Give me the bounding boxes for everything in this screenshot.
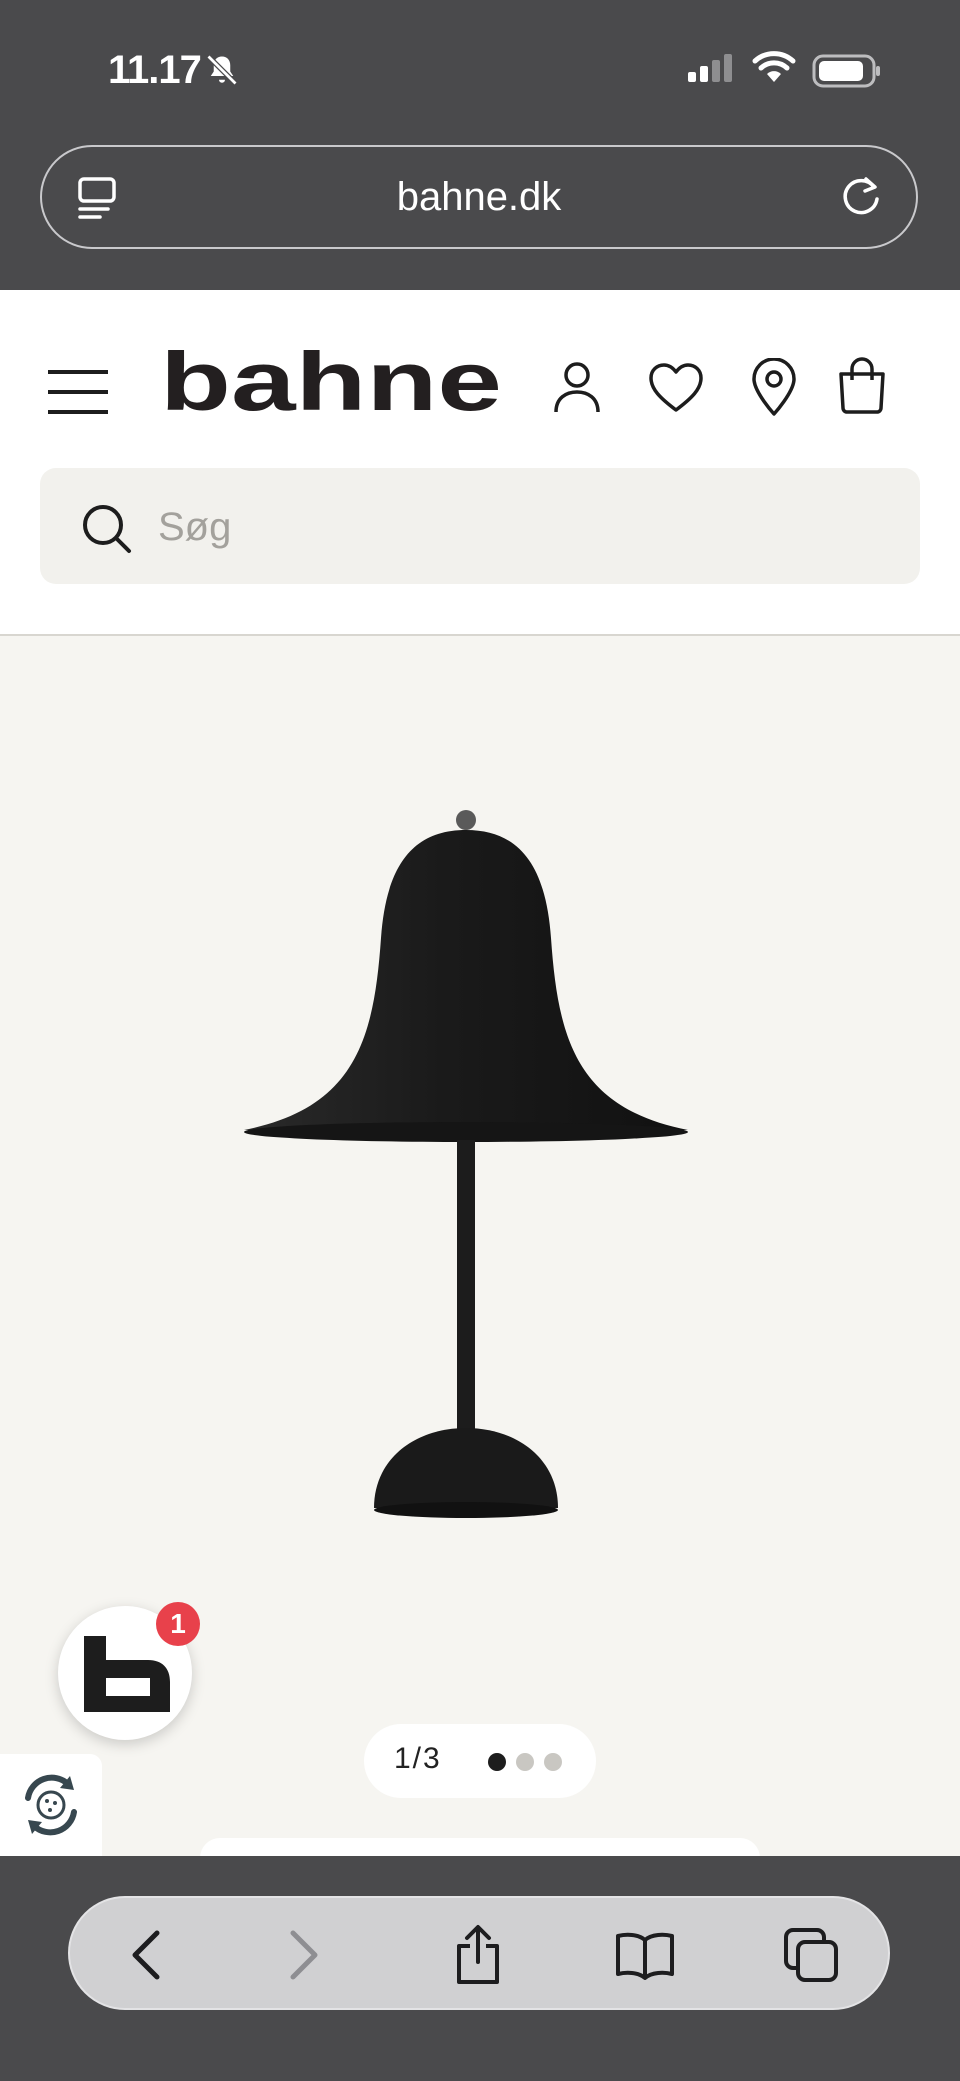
- open-book-icon: [616, 1932, 674, 1980]
- battery-icon: [812, 54, 880, 88]
- shopping-bag-icon[interactable]: [836, 356, 888, 414]
- forward-button[interactable]: [270, 1920, 340, 1990]
- account-icon[interactable]: [552, 360, 602, 414]
- toolbar-pill: [68, 1896, 890, 2010]
- search-icon: [83, 505, 131, 553]
- wishlist-heart-icon[interactable]: [648, 362, 704, 414]
- cookie-icon: [25, 1774, 77, 1836]
- status-time: 11.17: [108, 48, 202, 92]
- chat-widget-button[interactable]: 1: [58, 1602, 200, 1740]
- pager-dot-2[interactable]: [516, 1753, 534, 1771]
- bookmarks-button[interactable]: [610, 1920, 680, 1990]
- pager-count: 1/3: [394, 1742, 442, 1775]
- cookie-settings-button[interactable]: [0, 1754, 102, 1856]
- notification-badge: 1: [156, 1602, 200, 1646]
- wifi-icon: [752, 51, 796, 82]
- chevron-right-icon: [290, 1930, 318, 1980]
- site-header: bahne: [0, 290, 960, 636]
- store-locator-icon[interactable]: [750, 358, 798, 416]
- reload-icon[interactable]: [838, 173, 884, 219]
- cellular-signal-icon: [688, 54, 732, 82]
- bell-muted-icon: [206, 54, 238, 86]
- pantop-lamp-image: [244, 810, 688, 1518]
- svg-text:bahne: bahne: [160, 350, 502, 416]
- bahne-logo[interactable]: bahne: [160, 350, 506, 416]
- back-button[interactable]: [110, 1920, 180, 1990]
- address-bar[interactable]: bahne.dk: [40, 145, 918, 249]
- bahne-b-icon: [84, 1636, 170, 1712]
- browser-chrome-top: 11.17 bahne.dk: [0, 0, 960, 290]
- share-icon: [457, 1925, 499, 1984]
- search-input[interactable]: [156, 494, 860, 560]
- url-text[interactable]: bahne.dk: [42, 175, 916, 220]
- image-pager: 1/3: [364, 1724, 596, 1798]
- search-bar[interactable]: [40, 468, 920, 584]
- chevron-left-icon: [132, 1930, 160, 1980]
- tabs-button[interactable]: [776, 1920, 846, 1990]
- pager-dot-1[interactable]: [488, 1753, 506, 1771]
- menu-icon[interactable]: [46, 368, 110, 416]
- tabs-icon: [784, 1928, 838, 1982]
- pager-dot-3[interactable]: [544, 1753, 562, 1771]
- browser-toolbar: [0, 1856, 960, 2081]
- share-button[interactable]: [443, 1920, 513, 1990]
